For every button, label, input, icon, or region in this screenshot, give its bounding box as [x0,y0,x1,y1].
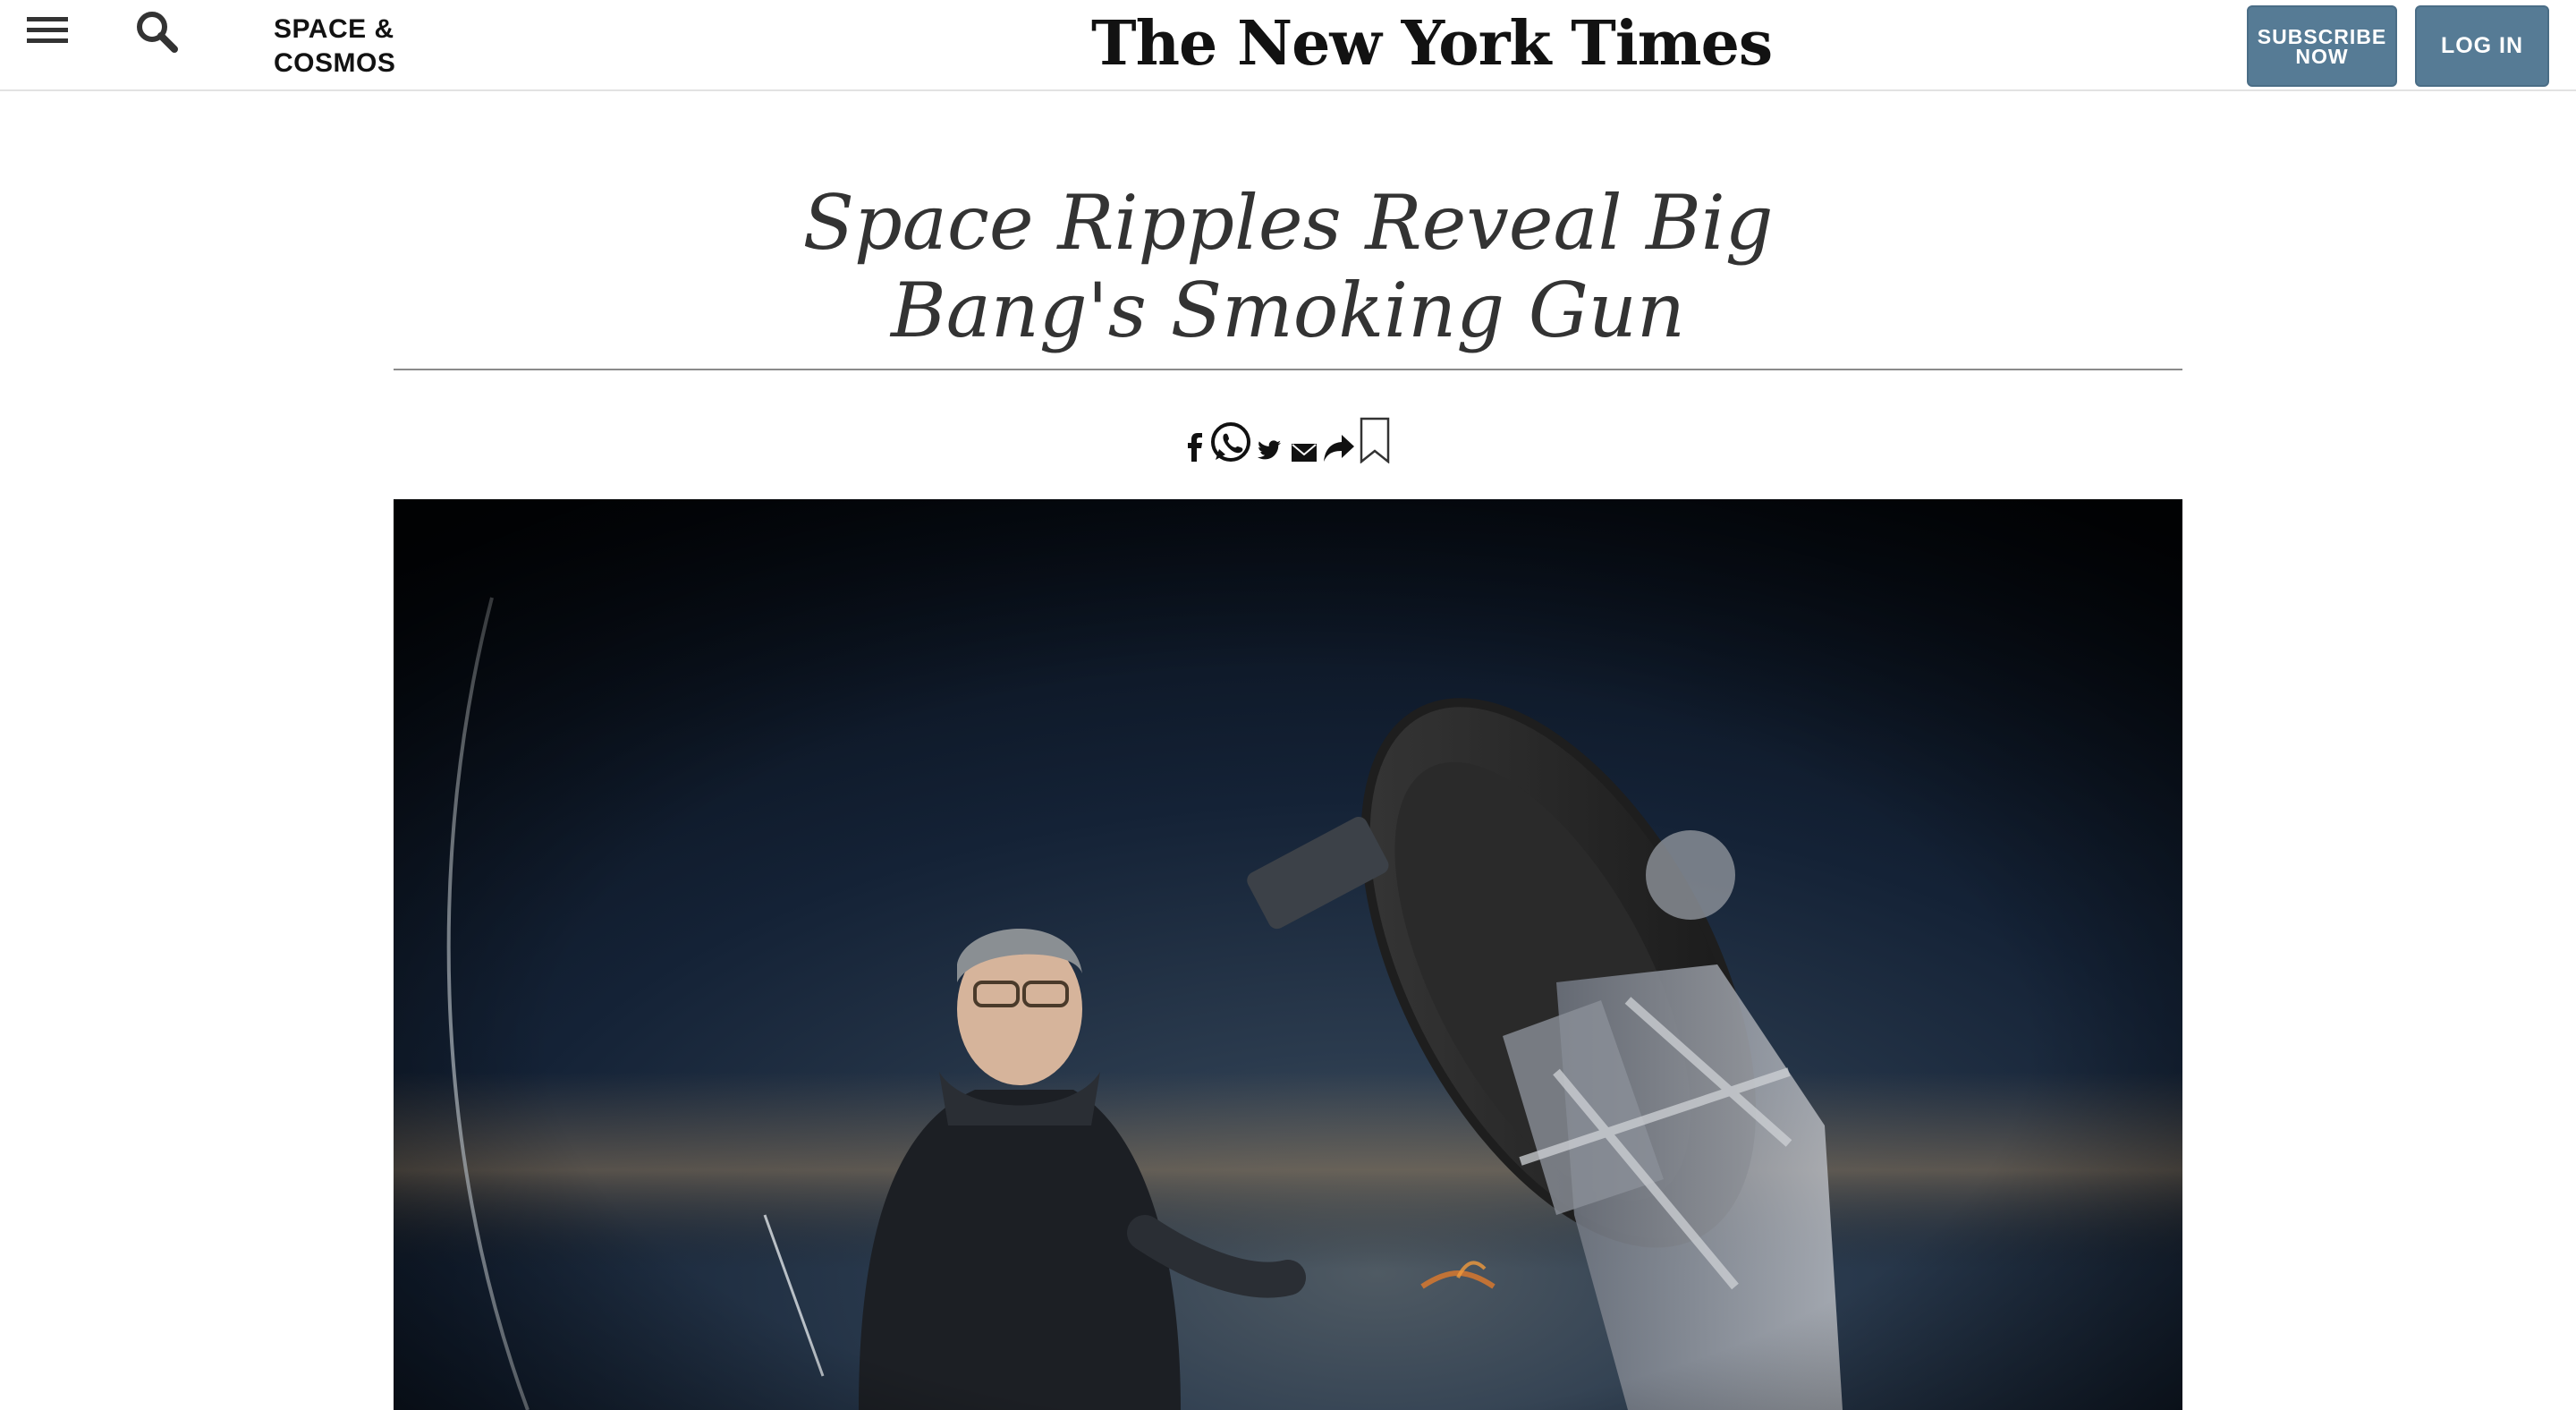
article-headline: Space Ripples Reveal Big Bang's Smoking … [394,179,2182,354]
email-icon[interactable] [1292,444,1317,462]
headline-divider [394,369,2182,370]
section-label-line2: COSMOS [274,48,396,78]
login-button[interactable]: LOG IN [2415,5,2549,87]
hero-photo [394,499,2182,1410]
headline-line1: Space Ripples Reveal Big [802,179,1774,267]
twitter-icon[interactable] [1258,440,1281,460]
section-link[interactable]: SPACE & COSMOS [274,13,395,81]
subscribe-label-line1: SUBSCRIBE [2257,24,2387,48]
bookmark-icon[interactable] [1360,417,1390,463]
facebook-icon[interactable] [1188,433,1202,462]
subscribe-button[interactable]: SUBSCRIBE NOW [2247,5,2397,87]
share-icon[interactable] [1324,435,1354,462]
nyt-logo[interactable]: The New York Times [1091,5,1773,82]
whatsapp-icon[interactable] [1208,420,1254,467]
share-bar [1181,417,1395,471]
subscribe-label-line2: NOW [2295,44,2349,68]
search-icon[interactable] [134,9,179,54]
headline-line2: Bang's Smoking Gun [891,267,1685,354]
telescope-photo [394,499,2182,1410]
section-label-line1: SPACE & [274,14,394,44]
menu-icon[interactable] [27,14,68,47]
site-header: SPACE & COSMOS The New York Times SUBSCR… [0,0,2576,91]
